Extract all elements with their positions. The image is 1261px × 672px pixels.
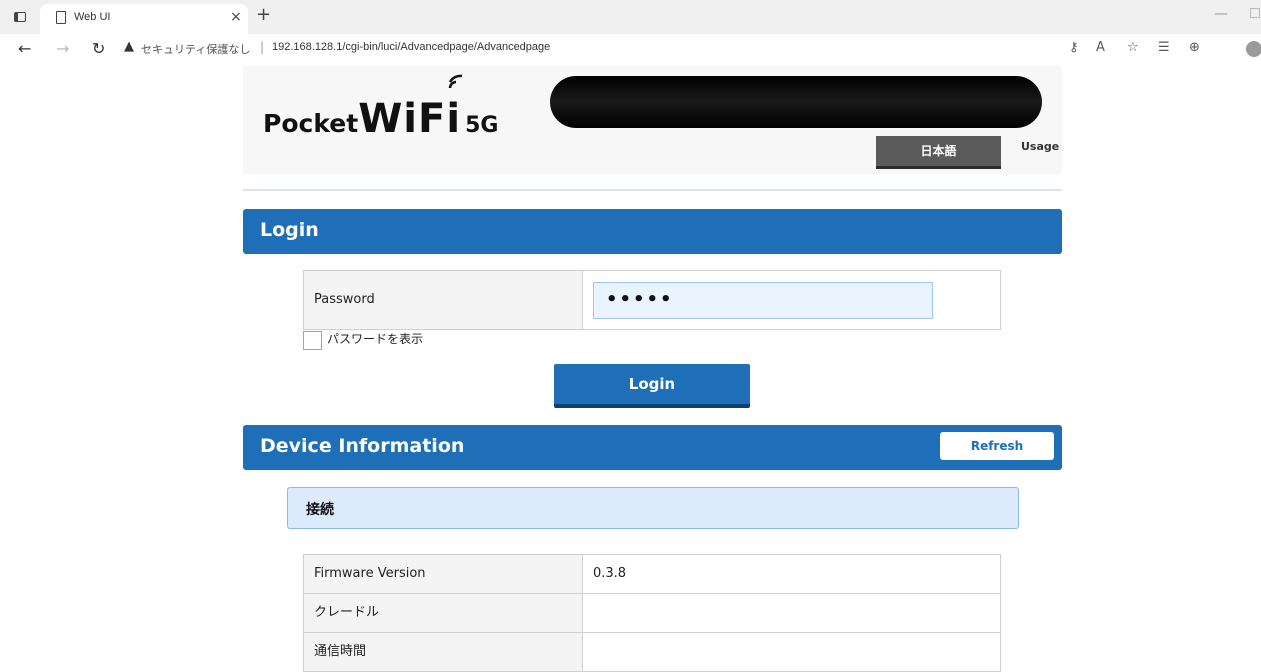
browser-tab-bar: Web UI × + — [0,0,1261,34]
logo-text-5g: 5G [465,113,499,138]
key-icon[interactable]: ⚷ [1069,40,1079,55]
url-field[interactable]: 192.168.128.1/cgi-bin/luci/Advancedpage/… [272,41,550,53]
wifi-waves-icon [448,74,463,89]
page-header: PocketWiFi 5G 日本語 Usage [243,66,1062,174]
page-icon [56,11,66,24]
table-row: Firmware Version 0.3.8 [303,555,1001,594]
show-password-checkbox[interactable] [303,331,322,350]
language-button[interactable]: 日本語 [876,136,1001,169]
firmware-version-label: Firmware Version [304,555,583,593]
reload-icon[interactable]: ↻ [92,39,105,58]
login-button[interactable]: Login [554,364,750,408]
tab-actions-icon[interactable] [14,12,26,22]
connection-subsection-header: 接続 [287,487,1019,529]
cradle-label: クレードル [304,594,583,632]
login-section-header: Login [243,209,1062,254]
tab-close-icon[interactable]: × [230,9,242,25]
pocketwifi-logo: PocketWiFi 5G [263,96,498,142]
header-banner [550,76,1042,128]
favorite-add-icon[interactable]: ☆ [1127,40,1139,55]
favorites-icon[interactable]: ☰ [1158,40,1170,55]
security-status[interactable]: セキュリティ保護なし [141,41,250,57]
password-label-cell: Password [304,271,583,329]
usage-link[interactable]: Usage [1021,140,1059,153]
url-separator: | [260,40,265,54]
table-row: クレードル [303,594,1001,633]
device-info-table: Firmware Version 0.3.8 クレードル 通信時間 [303,554,1001,672]
password-label: Password [314,292,375,307]
new-tab-button[interactable]: + [256,4,271,25]
browser-tab[interactable]: Web UI × [40,4,248,34]
profile-avatar[interactable] [1246,41,1261,57]
login-form-table: Password ••••• [303,270,1001,330]
warning-icon[interactable]: ▲ [124,39,134,54]
forward-icon[interactable]: → [56,39,69,58]
table-row: 通信時間 [303,633,1001,672]
firmware-version-value: 0.3.8 [593,566,627,581]
connection-subsection-title: 接続 [306,502,334,518]
read-aloud-icon[interactable]: A [1096,40,1105,55]
logo-text-wifi: WiFi [358,96,462,142]
address-bar: ← → ↻ ▲ セキュリティ保護なし | 192.168.128.1/cgi-b… [0,34,1261,64]
maximize-icon[interactable] [1250,8,1260,18]
connection-time-label: 通信時間 [304,633,583,671]
back-icon[interactable]: ← [18,39,31,58]
tab-title: Web UI [74,11,111,23]
header-divider [243,189,1062,191]
show-password-label[interactable]: パスワードを表示 [327,330,423,347]
collections-icon[interactable]: ⊕ [1189,40,1200,55]
password-input[interactable]: ••••• [593,282,933,319]
logo-text-pocket: Pocket [263,109,359,138]
minimize-icon[interactable]: — [1214,6,1228,22]
refresh-button[interactable]: Refresh [940,432,1054,460]
